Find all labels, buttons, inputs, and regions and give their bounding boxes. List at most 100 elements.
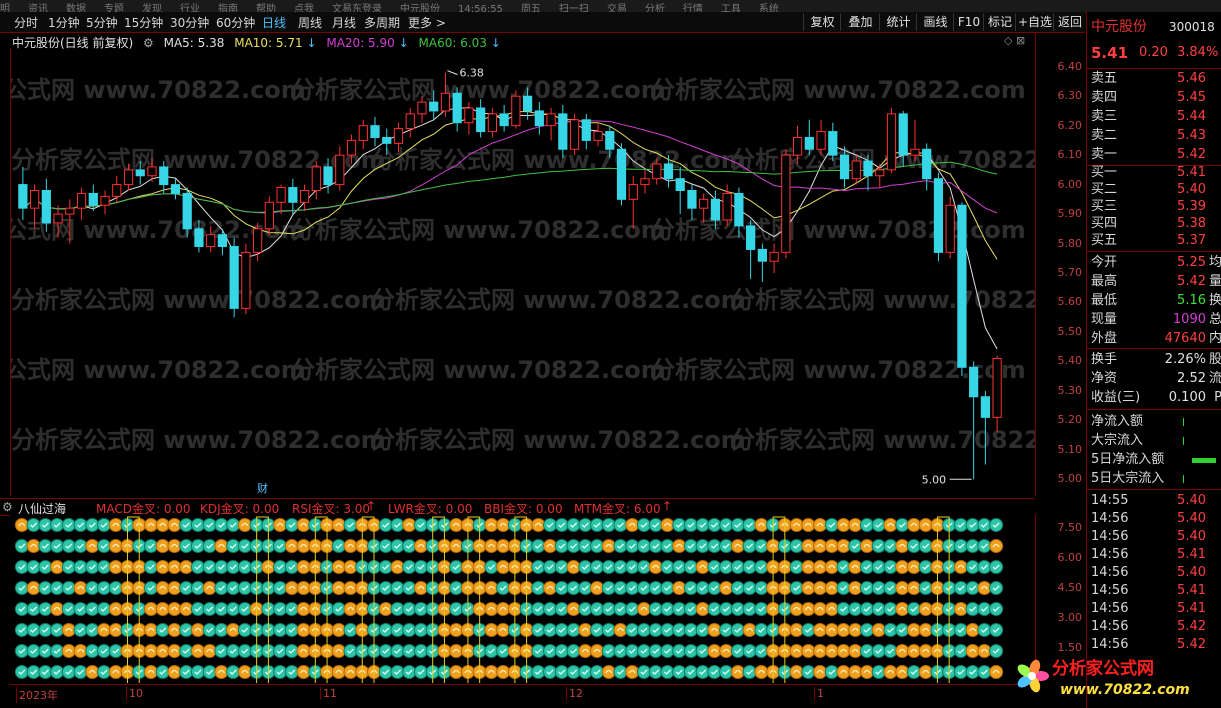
candle[interactable] [288,187,298,203]
candle[interactable] [980,396,991,418]
tick-row[interactable]: 14:56 5.41 [1091,582,1221,600]
candle[interactable] [264,201,274,230]
tick-row[interactable]: 14:56 5.40 [1091,510,1221,528]
candle[interactable] [346,139,357,156]
candle[interactable] [933,178,944,253]
candle[interactable] [746,225,756,250]
candle[interactable] [687,189,697,209]
candle[interactable] [29,189,40,209]
candle[interactable] [253,228,263,253]
candle[interactable] [311,166,321,191]
tab-2[interactable]: 5分钟 [86,14,118,31]
buy-row[interactable]: 买三 5.39 [1091,198,1221,216]
candle[interactable] [123,169,134,186]
tab-8[interactable]: 月线 [332,14,356,31]
candle[interactable] [487,113,498,133]
candle[interactable] [957,204,967,368]
candlestick-chart[interactable]: 分析家公式网 www.70822.com分析家公式网 www.70822.com… [10,48,1036,496]
candle[interactable] [522,95,533,112]
candle[interactable] [429,101,439,112]
candle[interactable] [358,125,368,141]
candle[interactable] [170,184,181,194]
candle[interactable] [922,148,932,180]
stock-header[interactable]: 中元股份 300018 [1091,18,1221,36]
buy-row[interactable]: 买一 5.41 [1091,164,1221,182]
tab-3[interactable]: 15分钟 [124,14,163,31]
candle[interactable] [299,189,310,203]
sell-row[interactable]: 卖二 5.43 [1091,127,1221,145]
candle[interactable] [945,204,955,253]
candle[interactable] [276,187,286,203]
stat-row[interactable]: 现量 1090 总 [1091,311,1221,329]
flow-row[interactable]: 净流入额 [1091,413,1221,431]
tab-4[interactable]: 30分钟 [170,14,209,31]
tick-row[interactable]: 14:56 5.40 [1091,528,1221,546]
candle[interactable] [663,163,674,180]
candle[interactable] [452,92,462,124]
stat-row[interactable]: 最低 5.16 换 [1091,292,1221,310]
stat2-row[interactable]: 收益(三) 0.100 P [1091,389,1221,407]
stat-row[interactable]: 最高 5.42 量 [1091,273,1221,291]
candle[interactable] [206,234,216,247]
candle[interactable] [851,160,861,180]
candle[interactable] [382,136,392,144]
tab-0[interactable]: 分时 [14,14,38,31]
candle[interactable] [335,154,345,186]
candle[interactable] [792,136,803,156]
candle[interactable] [781,154,791,253]
candle[interactable] [476,107,486,133]
candle[interactable] [699,198,709,209]
finance-marker[interactable]: 财 [257,481,268,495]
candle[interactable] [417,101,427,115]
candle[interactable] [194,228,204,247]
candle[interactable] [147,166,157,177]
tick-row[interactable]: 14:56 5.42 [1091,618,1221,636]
candle[interactable] [769,251,779,262]
candle[interactable] [546,113,556,127]
candle[interactable] [229,245,239,309]
candle[interactable] [628,184,638,200]
tick-row[interactable]: 14:56 5.41 [1091,600,1221,618]
stat-row[interactable]: 外盘 47640 内 [1091,330,1221,348]
candle[interactable] [499,113,509,127]
toolbar-button-2[interactable]: 统计 [879,13,917,31]
candle[interactable] [112,184,122,197]
flow-row[interactable]: 5日净流入额 [1091,451,1221,469]
toolbar-button-4[interactable]: F10 [953,13,984,31]
toolbar-button-3[interactable]: 画线 [916,13,954,31]
candle[interactable] [217,234,228,247]
candle[interactable] [652,163,662,180]
candle[interactable] [757,248,767,262]
tab-6[interactable]: 日线 [262,14,286,31]
toolbar-button-7[interactable]: 返回 [1053,13,1086,31]
buy-row[interactable]: 买四 5.38 [1091,215,1221,233]
flow-row[interactable]: 5日大宗流入 [1091,470,1221,488]
candle[interactable] [605,131,615,150]
sell-row[interactable]: 卖四 5.45 [1091,89,1221,107]
candle[interactable] [534,110,544,127]
candle[interactable] [558,113,568,150]
toolbar-button-6[interactable]: +自选 [1015,13,1054,31]
candle[interactable] [992,357,1002,418]
stat2-row[interactable]: 换手 2.26% 股 [1091,351,1221,369]
candle[interactable] [76,192,87,209]
candle[interactable] [886,113,897,171]
candle[interactable] [910,148,920,156]
candle[interactable] [182,192,192,230]
tab-5[interactable]: 60分钟 [216,14,255,31]
candle[interactable] [734,192,744,227]
candle[interactable] [464,107,474,124]
candle[interactable] [135,169,145,177]
candle[interactable] [616,148,627,200]
candle[interactable] [241,251,251,309]
sell-row[interactable]: 卖一 5.42 [1091,146,1221,164]
buy-row[interactable]: 买五 5.37 [1091,232,1221,250]
candle[interactable] [863,160,873,177]
candle[interactable] [393,128,404,144]
candle[interactable] [839,154,850,180]
candle[interactable] [969,366,979,398]
candle[interactable] [804,136,814,150]
tick-row[interactable]: 14:55 5.40 [1091,492,1221,510]
candle[interactable] [159,166,169,186]
toolbar-button-0[interactable]: 复权 [803,13,841,31]
